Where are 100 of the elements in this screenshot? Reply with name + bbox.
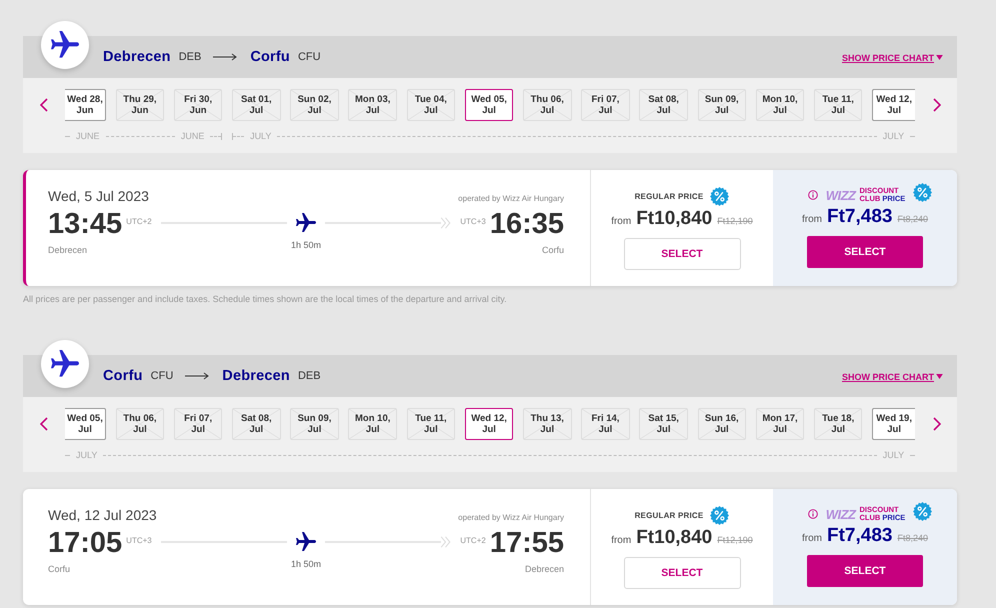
arrow-icon — [213, 53, 238, 61]
date-tile[interactable]: Thu 29, Jun — [116, 89, 164, 121]
destination-city: Debrecen — [222, 368, 290, 384]
destination-city: Corfu — [250, 49, 290, 65]
timezone-label: UTC+2 — [460, 536, 486, 545]
date-tile[interactable]: Tue 18, Jul — [814, 408, 862, 440]
month-label: JULY — [76, 450, 98, 460]
origin-code: DEB — [178, 51, 202, 63]
price-chart-link[interactable]: SHOW PRICE CHART — [842, 52, 943, 62]
departure-time: 17:05 — [48, 526, 122, 560]
caret-icon — [936, 374, 943, 379]
regular-price: Ft10,840 — [636, 527, 712, 549]
price-chart-link[interactable]: SHOW PRICE CHART — [842, 372, 943, 382]
date-tile[interactable]: Mon 03, Jul — [348, 89, 397, 121]
date-tile[interactable]: Wed 19, Jul — [872, 408, 916, 440]
info-icon[interactable] — [808, 190, 818, 200]
date-tile[interactable]: Thu 06, Jul — [523, 89, 572, 121]
destination-code: DEB — [298, 370, 321, 382]
date-tile[interactable]: Wed 28, Jun — [65, 89, 106, 121]
month-label: JULY — [882, 450, 904, 460]
origin-code: CFU — [150, 370, 174, 382]
flight-date: Wed, 12 Jul 2023 — [48, 506, 157, 524]
select-button[interactable]: SELECT — [624, 238, 740, 270]
from-label: from — [611, 535, 632, 546]
regular-price-label: REGULAR PRICE — [634, 510, 704, 520]
date-tile[interactable]: Wed 12, Jul — [464, 408, 514, 440]
date-tile[interactable]: Wed 05, Jul — [65, 408, 106, 440]
club-price: Ft7,483 — [826, 206, 892, 228]
arrow-icon — [185, 372, 210, 380]
original-price: Ft8,240 — [897, 214, 928, 224]
departure-time: 13:45 — [48, 207, 122, 241]
original-price: Ft12,190 — [717, 535, 753, 545]
date-tile[interactable]: Sat 01, Jul — [232, 89, 281, 121]
percent-badge-icon — [710, 186, 730, 206]
date-tile[interactable]: Tue 11, Jul — [814, 89, 862, 121]
original-price: Ft8,240 — [897, 533, 928, 543]
date-tile[interactable]: Sat 08, Jul — [232, 408, 281, 440]
flight-duration: 1h 50m — [290, 240, 322, 250]
regular-price-label: REGULAR PRICE — [634, 192, 704, 200]
date-tile[interactable]: Wed 05, Jul — [464, 89, 514, 121]
date-tile[interactable]: Mon 10, Jul — [756, 89, 804, 121]
club-price: Ft7,483 — [826, 525, 892, 547]
select-button[interactable]: SELECT — [624, 557, 740, 589]
chevron-right-icon[interactable] — [933, 417, 941, 431]
date-tile[interactable]: Wed 12, Jul — [872, 89, 916, 121]
origin-city: Debrecen — [103, 49, 171, 65]
chevron-left-icon[interactable] — [40, 417, 48, 431]
date-tile[interactable]: Thu 13, Jul — [523, 408, 572, 440]
plane-icon — [296, 212, 316, 232]
arrival-city: Debrecen — [524, 564, 564, 574]
arrival-time: 17:55 — [490, 526, 564, 560]
flight-date: Wed, 5 Jul 2023 — [48, 187, 149, 205]
regular-price: Ft10,840 — [636, 208, 712, 230]
destination-code: CFU — [298, 51, 321, 63]
date-tile[interactable]: Fri 30, Jun — [174, 89, 222, 121]
from-label: from — [802, 533, 822, 544]
departure-city: Corfu — [48, 564, 72, 574]
date-tile[interactable]: Fri 14, Jul — [581, 408, 630, 440]
chevron-left-icon[interactable] — [40, 98, 48, 112]
month-label: JULY — [882, 131, 904, 141]
date-tile[interactable]: Fri 07, Jul — [174, 408, 222, 440]
from-label: from — [802, 214, 822, 225]
plane-icon — [41, 21, 89, 69]
date-tile[interactable]: Thu 06, Jul — [116, 408, 164, 440]
date-tile[interactable]: Mon 10, Jul — [348, 408, 397, 440]
operator-text: operated by Wizz Air Hungary — [458, 194, 564, 203]
club-logo: WIZZ — [826, 188, 856, 202]
club-logo: WIZZ — [826, 506, 856, 522]
timezone-label: UTC+3 — [460, 217, 486, 226]
date-tile[interactable]: Tue 11, Jul — [406, 408, 456, 440]
plane-icon — [41, 340, 89, 388]
date-tile[interactable]: Sun 09, Jul — [698, 89, 746, 121]
month-label: JUNE — [76, 131, 100, 141]
date-tile[interactable]: Sun 02, Jul — [290, 89, 339, 121]
month-label: JULY — [250, 131, 272, 141]
date-tile[interactable]: Sat 08, Jul — [639, 89, 688, 121]
date-tile[interactable]: Sun 16, Jul — [698, 408, 746, 440]
origin-city: Corfu — [103, 368, 143, 384]
timezone-label: UTC+3 — [126, 536, 152, 545]
operator-text: operated by Wizz Air Hungary — [458, 513, 564, 522]
percent-badge-icon — [710, 506, 730, 524]
original-price: Ft12,190 — [717, 216, 753, 226]
select-button[interactable]: SELECT — [807, 236, 923, 268]
plane-icon — [296, 532, 316, 552]
date-tile[interactable]: Mon 17, Jul — [756, 408, 804, 440]
month-label: JUNE — [180, 131, 204, 141]
from-label: from — [611, 216, 632, 227]
departure-city: Debrecen — [48, 245, 88, 255]
price-note: All prices are per passenger and include taxes. Schedule times shown are the local times of the departure and arrival city. — [23, 293, 508, 305]
info-icon[interactable] — [808, 509, 818, 519]
date-tile[interactable]: Sat 15, Jul — [639, 408, 688, 440]
select-button[interactable]: SELECT — [807, 555, 923, 587]
arrival-time: 16:35 — [490, 207, 564, 241]
percent-badge-icon — [913, 182, 932, 202]
timezone-label: UTC+2 — [126, 217, 152, 226]
date-tile[interactable]: Tue 04, Jul — [406, 89, 456, 121]
caret-icon — [936, 55, 943, 60]
date-tile[interactable]: Sun 09, Jul — [290, 408, 339, 440]
chevron-right-icon[interactable] — [933, 98, 941, 112]
date-tile[interactable]: Fri 07, Jul — [581, 89, 630, 121]
